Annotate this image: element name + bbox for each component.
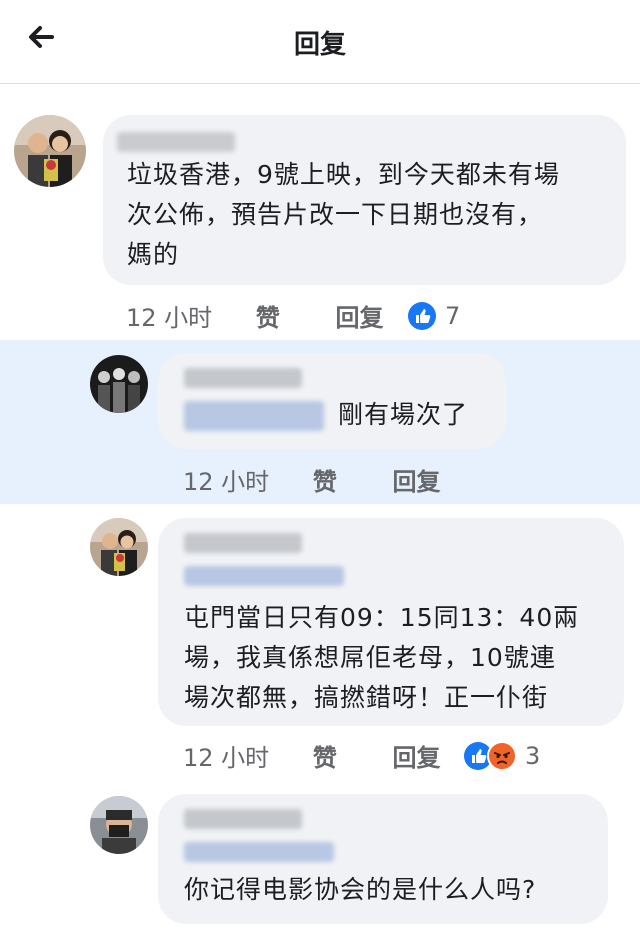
user-photo-icon — [90, 796, 148, 854]
reaction-count: 7 — [445, 302, 461, 330]
app-header: 回复 — [0, 0, 640, 84]
reply-bubble: 剛有場次了 — [158, 353, 506, 449]
comment-meta: 12 小时 赞 回复 — [126, 298, 383, 333]
reply-button[interactable]: 回复 — [392, 744, 440, 772]
timestamp: 12 小时 — [126, 304, 213, 332]
author-name[interactable] — [117, 132, 235, 152]
reaction-count: 3 — [525, 742, 541, 770]
reaction-summary[interactable]: 7 — [407, 301, 460, 331]
author-name[interactable] — [184, 368, 302, 388]
user-photo-icon — [90, 355, 148, 413]
avatar[interactable] — [90, 796, 148, 854]
avatar[interactable] — [14, 115, 86, 187]
angry-reaction-icon — [487, 741, 517, 771]
user-photo-icon — [14, 115, 86, 187]
reply-text: 你记得电影协会的是什么人吗? — [184, 875, 537, 904]
reaction-summary[interactable]: 3 — [463, 741, 540, 771]
user-photo-icon — [90, 518, 148, 576]
reply-meta: 12 小时 赞 回复 — [183, 462, 440, 497]
like-button[interactable]: 赞 — [313, 744, 337, 772]
like-reaction-icon — [408, 302, 436, 330]
timestamp: 12 小时 — [183, 744, 270, 772]
reply-meta: 12 小时 赞 回复 — [183, 738, 440, 773]
comment-bubble: 垃圾香港，9號上映，到今天都未有場 次公佈，預告片改一下日期也沒有， 媽的 — [103, 115, 626, 285]
author-name[interactable] — [184, 533, 302, 553]
author-name[interactable] — [184, 809, 302, 829]
reply-bubble: 你记得电影协会的是什么人吗? — [158, 794, 608, 924]
reply-text: 屯門當日只有09：15同13：40兩 場，我真係想屌佢老母，10號連 場次都無，… — [184, 603, 580, 712]
like-button[interactable]: 赞 — [256, 304, 280, 332]
reply-bubble: 屯門當日只有09：15同13：40兩 場，我真係想屌佢老母，10號連 場次都無，… — [158, 518, 624, 726]
page-title: 回复 — [293, 30, 346, 60]
reply-text: 剛有場次了 — [338, 400, 469, 429]
mention-tag[interactable] — [184, 566, 344, 586]
timestamp: 12 小时 — [183, 468, 270, 496]
like-button[interactable]: 赞 — [313, 468, 337, 496]
avatar[interactable] — [90, 518, 148, 576]
mention-tag[interactable] — [184, 842, 334, 862]
avatar[interactable] — [90, 355, 148, 413]
mention-tag[interactable] — [184, 401, 324, 431]
reply-button[interactable]: 回复 — [392, 468, 440, 496]
reply-button[interactable]: 回复 — [335, 304, 383, 332]
comment-text: 垃圾香港，9號上映，到今天都未有場 次公佈，預告片改一下日期也沒有， 媽的 — [127, 160, 560, 269]
